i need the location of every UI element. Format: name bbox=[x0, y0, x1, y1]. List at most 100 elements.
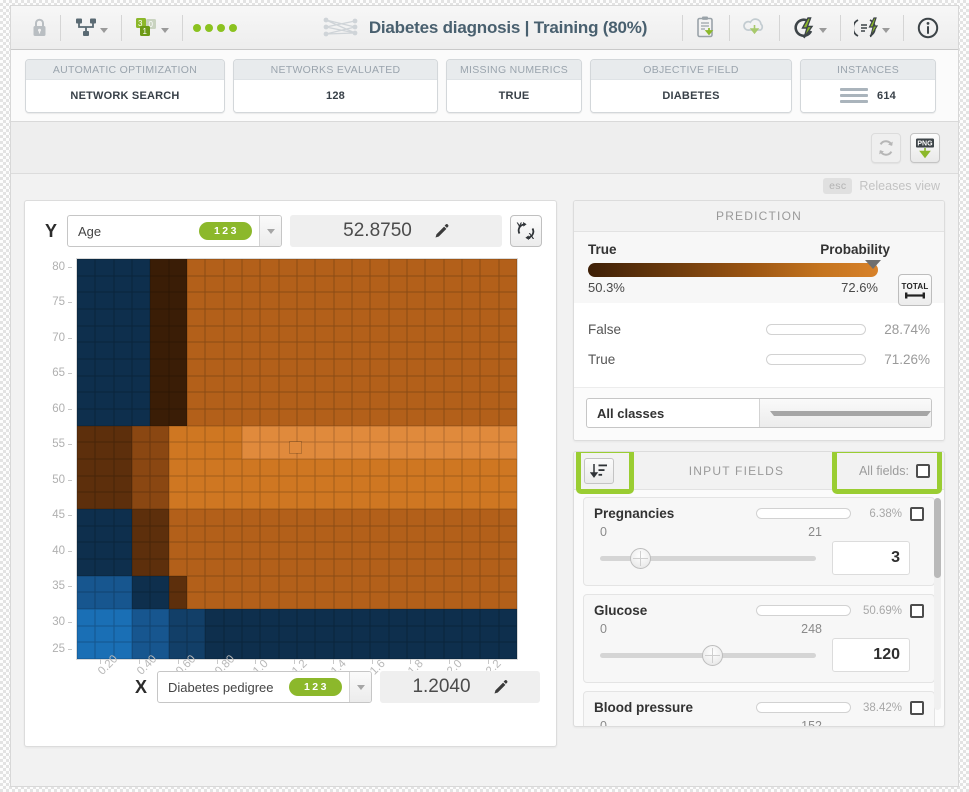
heatmap-cell[interactable] bbox=[498, 408, 517, 426]
heatmap-cell[interactable] bbox=[187, 592, 206, 609]
heatmap-cell[interactable] bbox=[388, 358, 407, 376]
heatmap-cell[interactable] bbox=[95, 308, 114, 326]
heatmap-cell[interactable] bbox=[462, 558, 481, 576]
scrollbar-thumb[interactable] bbox=[934, 498, 941, 578]
heatmap-cell[interactable] bbox=[425, 408, 444, 426]
heatmap-cell[interactable] bbox=[443, 425, 462, 443]
heatmap-cell[interactable] bbox=[407, 608, 426, 626]
heatmap-cell[interactable] bbox=[333, 542, 352, 559]
heatmap-cell[interactable] bbox=[95, 375, 114, 393]
heatmap-cell[interactable] bbox=[278, 325, 297, 343]
heatmap-cell[interactable] bbox=[278, 608, 297, 626]
heatmap-cell[interactable] bbox=[187, 358, 206, 376]
heatmap-cell[interactable] bbox=[388, 525, 407, 543]
heatmap-cell[interactable] bbox=[480, 325, 499, 343]
heatmap-cell[interactable] bbox=[388, 642, 407, 659]
heatmap-cell[interactable] bbox=[498, 259, 517, 276]
heatmap-cell[interactable] bbox=[260, 475, 279, 493]
heatmap-cell[interactable] bbox=[352, 375, 371, 393]
heatmap-cell[interactable] bbox=[407, 575, 426, 593]
heatmap-cell[interactable] bbox=[278, 558, 297, 576]
heatmap-cell[interactable] bbox=[370, 508, 389, 526]
heatmap-cell[interactable] bbox=[462, 575, 481, 593]
heatmap-cell[interactable] bbox=[315, 392, 334, 409]
total-button[interactable]: TOTAL bbox=[898, 274, 932, 306]
heatmap-cell[interactable] bbox=[407, 558, 426, 576]
heatmap-cell[interactable] bbox=[113, 342, 132, 359]
heatmap-cell[interactable] bbox=[150, 325, 169, 343]
heatmap-cell[interactable] bbox=[150, 408, 169, 426]
heatmap-cell[interactable] bbox=[480, 475, 499, 493]
heatmap-cell[interactable] bbox=[480, 259, 499, 276]
heatmap-cell[interactable] bbox=[77, 308, 96, 326]
heatmap-cell[interactable] bbox=[425, 542, 444, 559]
heatmap-cell[interactable] bbox=[132, 425, 151, 443]
heatmap-cell[interactable] bbox=[443, 475, 462, 493]
heatmap-cell[interactable] bbox=[407, 358, 426, 376]
heatmap-cell[interactable] bbox=[443, 642, 462, 659]
heatmap-cell[interactable] bbox=[223, 492, 242, 509]
heatmap-cell[interactable] bbox=[315, 592, 334, 609]
heatmap-cell[interactable] bbox=[187, 275, 206, 293]
heatmap-cell[interactable] bbox=[443, 492, 462, 509]
heatmap-cell[interactable] bbox=[168, 425, 187, 443]
heatmap-cell[interactable] bbox=[498, 525, 517, 543]
heatmap-cell[interactable] bbox=[113, 325, 132, 343]
heatmap-cell[interactable] bbox=[297, 592, 316, 609]
heatmap-cell[interactable] bbox=[425, 458, 444, 476]
heatmap-cell[interactable] bbox=[407, 325, 426, 343]
heatmap-cell[interactable] bbox=[333, 625, 352, 643]
heatmap-cell[interactable] bbox=[187, 408, 206, 426]
heatmap-cell[interactable] bbox=[388, 308, 407, 326]
heatmap-cell[interactable] bbox=[168, 625, 187, 643]
all-fields-toggle[interactable]: All fields: bbox=[859, 463, 944, 478]
heatmap-cell[interactable] bbox=[150, 375, 169, 393]
heatmap-cell[interactable] bbox=[187, 259, 206, 276]
heatmap-cell[interactable] bbox=[95, 625, 114, 643]
cloud-download-button[interactable] bbox=[738, 13, 771, 42]
heatmap-cell[interactable] bbox=[150, 442, 169, 459]
heatmap-cell[interactable] bbox=[462, 492, 481, 509]
heatmap-cell[interactable] bbox=[77, 458, 96, 476]
heatmap-cell[interactable] bbox=[462, 275, 481, 293]
heatmap-cell[interactable] bbox=[297, 325, 316, 343]
heatmap-cell[interactable] bbox=[407, 508, 426, 526]
heatmap-cell[interactable] bbox=[113, 642, 132, 659]
heatmap-cell[interactable] bbox=[95, 475, 114, 493]
heatmap-cell[interactable] bbox=[113, 358, 132, 376]
heatmap-cell[interactable] bbox=[242, 342, 261, 359]
heatmap-cell[interactable] bbox=[95, 325, 114, 343]
heatmap-cell[interactable] bbox=[223, 392, 242, 409]
heatmap-cell[interactable] bbox=[388, 442, 407, 459]
heatmap-cell[interactable] bbox=[315, 492, 334, 509]
heatmap-cell[interactable] bbox=[278, 492, 297, 509]
heatmap-cell[interactable] bbox=[113, 575, 132, 593]
heatmap-cell[interactable] bbox=[407, 642, 426, 659]
heatmap-cell[interactable] bbox=[132, 308, 151, 326]
heatmap-cell[interactable] bbox=[242, 608, 261, 626]
heatmap-cell[interactable] bbox=[333, 342, 352, 359]
heatmap-cell[interactable] bbox=[205, 358, 224, 376]
heatmap-cell[interactable] bbox=[113, 475, 132, 493]
heatmap-cell[interactable] bbox=[462, 608, 481, 626]
heatmap-cell[interactable] bbox=[462, 259, 481, 276]
heatmap-cell[interactable] bbox=[223, 375, 242, 393]
heatmap-cell[interactable] bbox=[132, 492, 151, 509]
heatmap-cell[interactable] bbox=[113, 525, 132, 543]
heatmap-cell[interactable] bbox=[205, 425, 224, 443]
heatmap-cell[interactable] bbox=[223, 325, 242, 343]
heatmap-cell[interactable] bbox=[388, 608, 407, 626]
heatmap-cell[interactable] bbox=[113, 492, 132, 509]
heatmap-cell[interactable] bbox=[352, 392, 371, 409]
all-fields-checkbox[interactable] bbox=[916, 463, 930, 478]
heatmap-cell[interactable] bbox=[480, 342, 499, 359]
heatmap-cell[interactable] bbox=[278, 292, 297, 309]
heatmap-cell[interactable] bbox=[407, 275, 426, 293]
heatmap-cell[interactable] bbox=[278, 592, 297, 609]
heatmap-cell[interactable] bbox=[480, 392, 499, 409]
heatmap-cell[interactable] bbox=[132, 292, 151, 309]
heatmap-cell[interactable] bbox=[242, 442, 261, 459]
heatmap-cell[interactable] bbox=[150, 458, 169, 476]
heatmap-cell[interactable] bbox=[352, 492, 371, 509]
heatmap-cell[interactable] bbox=[425, 342, 444, 359]
